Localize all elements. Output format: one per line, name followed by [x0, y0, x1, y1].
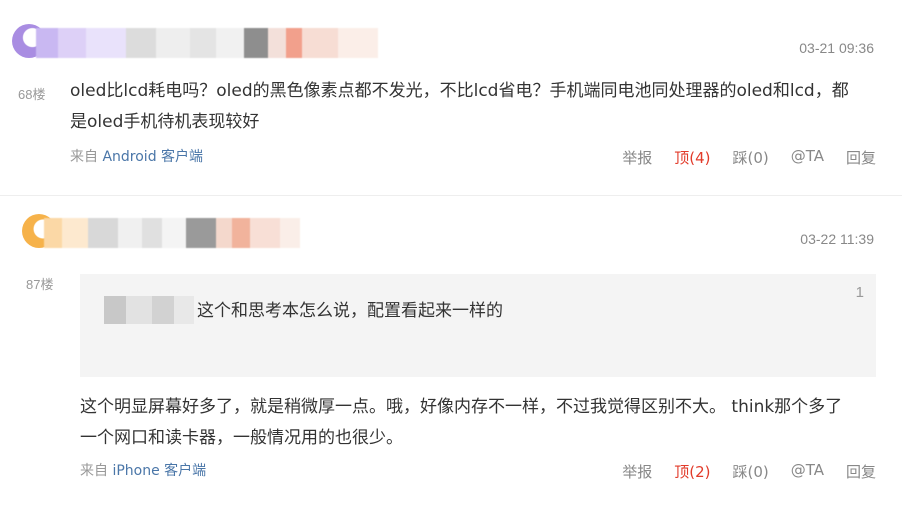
post-content-line: oled比lcd耗电吗？oled的黑色像素点都不发光，不比lcd省电？手机端同电… — [70, 81, 849, 101]
post-content-line: 一个网口和读卡器，一般情况用的也很少。 — [80, 428, 403, 448]
downvote-button[interactable]: 踩(0) — [732, 461, 768, 482]
report-button[interactable]: 举报 — [622, 461, 652, 482]
post-time: 03-21 09:36 — [799, 40, 874, 56]
post-content: oled比lcd耗电吗？oled的黑色像素点都不发光，不比lcd省电？手机端同电… — [70, 76, 880, 138]
username-blurred[interactable] — [36, 28, 378, 58]
post-content: 这个明显屏幕好多了，就是稍微厚一点。哦，好像内存不一样，不过我觉得区别不大。 t… — [80, 392, 880, 454]
post-content-line: 这个明显屏幕好多了，就是稍微厚一点。哦，好像内存不一样，不过我觉得区别不大。 t… — [80, 397, 843, 417]
quoted-username-blurred — [104, 296, 194, 324]
post-time: 03-22 11:39 — [800, 231, 874, 247]
reply-button[interactable]: 回复 — [846, 461, 876, 482]
post-content-line: 是oled手机待机表现较好 — [70, 112, 260, 132]
mention-button[interactable]: @TA — [791, 147, 824, 168]
source-device-link[interactable]: iPhone 客户端 — [112, 463, 206, 479]
upvote-button[interactable]: 顶(2) — [674, 461, 710, 482]
quoted-reply: 这个和思考本怎么说，配置看起来一样的 1 — [80, 274, 876, 377]
source-prefix: 来自 — [80, 463, 108, 479]
username-blurred[interactable] — [44, 218, 300, 248]
floor-number: 87楼 — [26, 277, 54, 292]
comment-post: 03-22 11:39 87楼 这个和思考本怎么说，配置看起来一样的 1 这个明… — [0, 196, 902, 506]
quote-number: 1 — [855, 284, 864, 301]
report-button[interactable]: 举报 — [622, 147, 652, 168]
quoted-text: 这个和思考本怎么说，配置看起来一样的 — [197, 301, 503, 321]
reply-button[interactable]: 回复 — [846, 147, 876, 168]
downvote-button[interactable]: 踩(0) — [732, 147, 768, 168]
source-prefix: 来自 — [70, 149, 98, 165]
source-device-link[interactable]: Android 客户端 — [102, 149, 203, 165]
mention-button[interactable]: @TA — [791, 461, 824, 482]
post-actions: 举报 顶(2) 踩(0) @TA 回复 — [622, 461, 876, 482]
post-source: 来自 Android 客户端 — [70, 146, 203, 166]
floor-number: 68楼 — [18, 87, 46, 102]
post-source: 来自 iPhone 客户端 — [80, 460, 206, 480]
post-actions: 举报 顶(4) 踩(0) @TA 回复 — [622, 147, 876, 168]
upvote-button[interactable]: 顶(4) — [674, 147, 710, 168]
comment-post: 03-21 09:36 68楼 oled比lcd耗电吗？oled的黑色像素点都不… — [0, 0, 902, 196]
